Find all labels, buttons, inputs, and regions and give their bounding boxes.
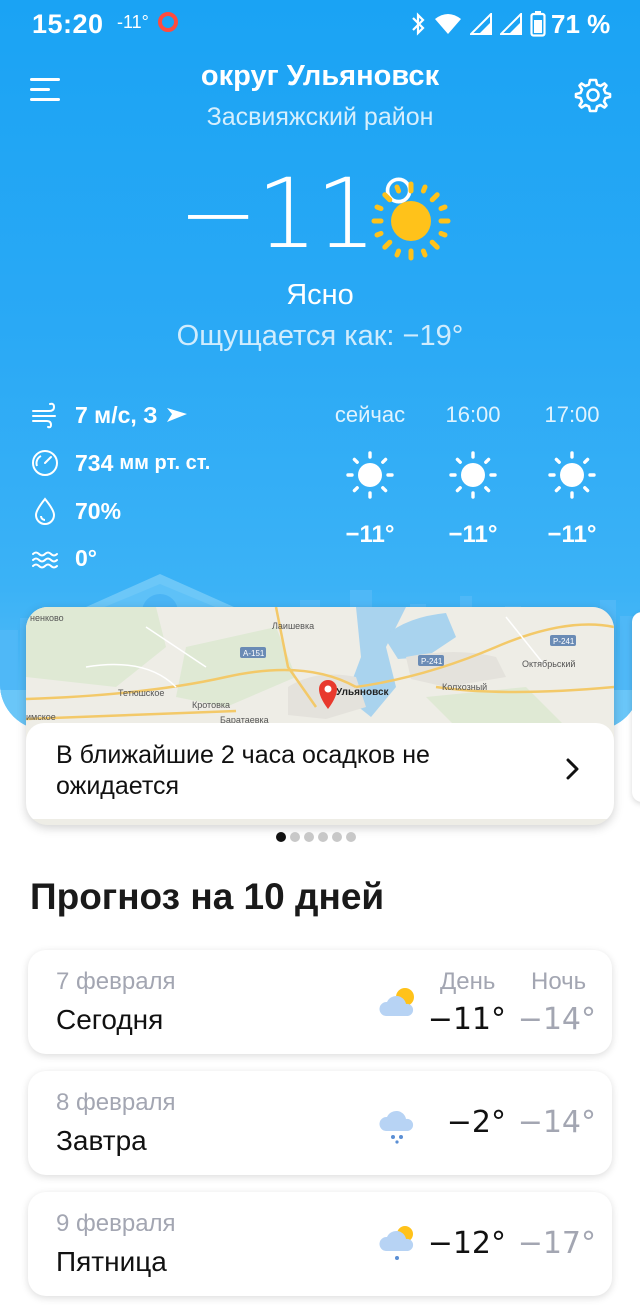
droplet-icon (34, 497, 56, 525)
water-temp-detail: 0° (30, 543, 97, 573)
wind-value: 7 м/с, З (75, 401, 158, 428)
forecast-day-name: Завтра (56, 1125, 147, 1156)
hour-label: 17:00 (544, 402, 600, 427)
carousel-dot[interactable] (318, 832, 328, 842)
map-label-laishevka: Лаишевка (272, 621, 314, 631)
map-label-ulyanovsk: Ульяновск (336, 687, 390, 698)
night-column-label: Ночь (531, 968, 587, 995)
map-road-p241-east: P-241 (553, 637, 575, 646)
forecast-day-temp: −11° (427, 1002, 506, 1037)
water-waves-icon (32, 551, 58, 569)
location-title[interactable]: округ Ульяновск (0, 60, 640, 93)
bluetooth-icon (412, 12, 425, 36)
pressure-detail: 734 мм рт. ст. (30, 448, 210, 478)
forecast-day-card[interactable]: 8 февраля Завтра −2° −14° (28, 1071, 612, 1175)
signal-icon-2 (500, 13, 522, 35)
forecast-day-temp: −12° (427, 1226, 506, 1261)
precipitation-message: В ближайшие 2 часа осадков не ожидается (56, 741, 430, 800)
weather-condition: Ясно (286, 279, 354, 311)
carousel-dot[interactable] (276, 832, 286, 842)
forecast-date: 9 февраля (56, 1210, 176, 1237)
map-label-oktyabrsky: Октябрьский (522, 659, 575, 669)
map-label-nenkovo: ненково (30, 613, 64, 623)
battery-icon (530, 11, 546, 37)
gear-icon[interactable] (574, 76, 612, 114)
forecast-day-name: Пятница (56, 1246, 167, 1277)
precipitation-map-card[interactable]: ненково Лаишевка Тетюшское Кротовка Бара… (26, 607, 614, 825)
carousel-page-indicator (276, 832, 356, 842)
wind-icon (32, 402, 56, 429)
status-bar: 15:20 -11° 71 % (0, 0, 640, 50)
humidity-detail: 70% (30, 496, 121, 526)
pressure-value: 734 (75, 449, 114, 476)
opera-notification-icon (158, 12, 178, 32)
forecast-night-temp: −17° (517, 1226, 596, 1261)
forecast-night-temp: −14° (517, 1105, 596, 1140)
forecast-title: Прогноз на 10 дней (30, 876, 385, 917)
map-road-p241: P-241 (421, 657, 443, 666)
wind-direction-icon (166, 408, 187, 422)
carousel-dot[interactable] (290, 832, 300, 842)
map-label-tetyushskoe: Тетюшское (118, 688, 164, 698)
hourly-item-now[interactable]: сейчас −11° (320, 402, 420, 549)
pressure-unit: мм рт. ст. (119, 451, 211, 474)
sun-icon (548, 451, 596, 499)
hourly-item-17[interactable]: 17:00 −11° (522, 402, 622, 549)
sun-icon (449, 451, 497, 499)
hour-temperature: −11° (448, 521, 498, 548)
status-icons (410, 10, 546, 38)
map-label-krotovka: Кротовка (192, 700, 230, 710)
location-subtitle[interactable]: Засвияжский район (0, 103, 640, 132)
partly-cloudy-icon (379, 988, 414, 1016)
map-road-a151: A-151 (243, 649, 265, 658)
forecast-day-card[interactable]: 9 февраля Пятница −12° −17° (28, 1192, 612, 1296)
map-label-imskoe: имское (26, 712, 56, 722)
wind-detail: 7 м/с, З (30, 400, 188, 430)
forecast-night-temp: −14° (517, 1002, 596, 1037)
status-temperature: -11° (117, 12, 149, 32)
pressure-gauge-icon (32, 450, 58, 476)
feels-like: Ощущается как: −19° (176, 320, 464, 352)
forecast-date: 8 февраля (56, 1089, 176, 1116)
map-label-kolkhozny: Колхозный (442, 682, 487, 692)
hourly-item-16[interactable]: 16:00 −11° (423, 402, 523, 549)
chevron-right-icon[interactable] (564, 757, 582, 781)
forecast-date: 7 февраля (56, 968, 176, 995)
hour-temperature: −11° (345, 521, 395, 548)
wifi-icon (435, 14, 461, 34)
cloud-snow-icon (379, 1110, 414, 1144)
hour-label: 16:00 (445, 402, 501, 427)
next-card-peek[interactable] (632, 612, 640, 802)
water-temp-value: 0° (75, 544, 97, 571)
partly-cloudy-snow-icon (379, 1226, 414, 1260)
signal-icon (470, 13, 492, 35)
sun-icon (371, 181, 451, 261)
carousel-dot[interactable] (346, 832, 356, 842)
hour-temperature: −11° (547, 521, 597, 548)
carousel-dot[interactable] (304, 832, 314, 842)
battery-percent: 71 % (551, 9, 611, 39)
forecast-day-name: Сегодня (56, 1004, 164, 1035)
day-column-label: День (440, 968, 496, 995)
forecast-day-temp: −2° (446, 1105, 506, 1140)
humidity-value: 70% (75, 497, 122, 524)
sun-icon (346, 451, 394, 499)
carousel-dot[interactable] (332, 832, 342, 842)
hour-label: сейчас (334, 402, 406, 427)
status-time: 15:20 (32, 9, 104, 39)
forecast-day-card[interactable]: 7 февраля Сегодня День Ночь −11° −14° (28, 950, 612, 1054)
